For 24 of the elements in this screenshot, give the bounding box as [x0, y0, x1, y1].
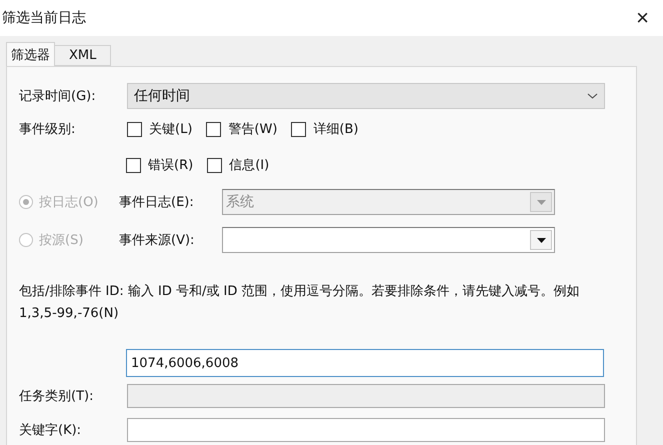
logged-dropdown[interactable]: 任何时间 — [127, 83, 605, 109]
close-button[interactable]: × — [632, 5, 653, 31]
checkbox[interactable]: 警告(W) — [206, 120, 278, 138]
event-id-description: 包括/排除事件 ID: 输入 ID 号和/或 ID 范围，使用逗号分隔。若要排除条件，请先键入减号。例如 1,3,5-99,-76(N) — [19, 283, 580, 323]
tab[interactable]: 筛选器 — [6, 42, 55, 66]
dropdown-value: 任何时间 — [134, 87, 190, 105]
field-label: 事件日志(E): — [119, 194, 195, 211]
chevron-down-icon — [587, 93, 598, 99]
checkbox[interactable]: 信息(I) — [207, 156, 270, 174]
dropdown-arrow-icon — [536, 238, 546, 242]
field-label: 记录时间(G): — [19, 88, 97, 105]
dropdown-arrow-icon — [536, 200, 546, 204]
field-label: 关键字(K): — [19, 422, 82, 439]
task-category-field[interactable] — [127, 384, 605, 408]
keywords-field[interactable] — [127, 418, 605, 442]
field-label: 任务类别(T): — [19, 388, 94, 405]
field-label: 事件来源(V): — [119, 232, 196, 249]
field-label: 事件级别: — [19, 121, 76, 138]
event-id-field[interactable]: 1074,6006,6008 — [126, 349, 604, 377]
checkbox[interactable]: 关键(L) — [127, 120, 192, 138]
tab[interactable]: XML — [54, 45, 112, 66]
checkbox[interactable]: 错误(R) — [126, 156, 194, 174]
window-title: 筛选当前日志 — [2, 9, 86, 27]
checkbox[interactable]: 详细(B) — [291, 120, 358, 138]
